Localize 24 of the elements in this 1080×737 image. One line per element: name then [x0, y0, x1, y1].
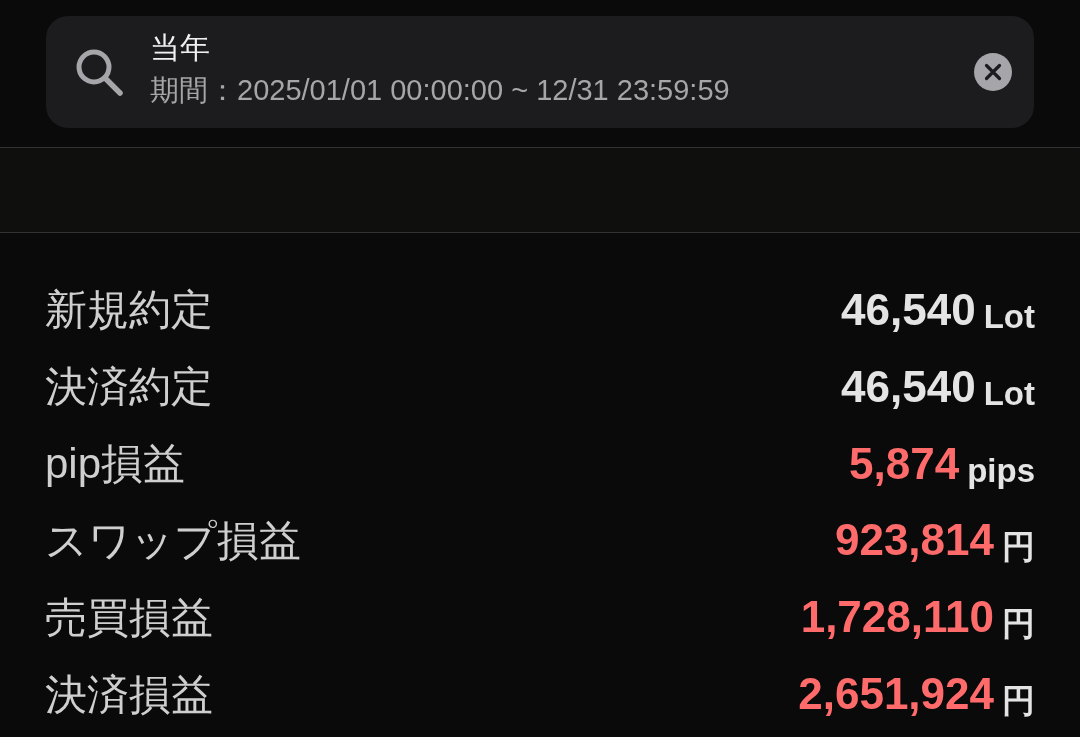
row-unit: Lot [983, 297, 1035, 336]
period-text: 期間：2025/01/01 00:00:00 ~ 12/31 23:59:59 [150, 73, 731, 108]
row-label: 決済損益 [45, 669, 213, 720]
row-value: 46,540 [841, 284, 976, 335]
row-value: 5,874 [849, 438, 960, 489]
clear-button[interactable] [974, 53, 1012, 91]
row-unit: 円 [1002, 680, 1035, 721]
row-value: 2,651,924 [798, 668, 994, 719]
row-label: 売買損益 [45, 592, 213, 643]
close-icon [974, 53, 1012, 91]
row-unit: 円 [1002, 526, 1035, 567]
search-icon [75, 48, 123, 96]
row-label: 新規約定 [45, 284, 213, 335]
row-value: 1,728,110 [800, 591, 994, 642]
row-value: 46,540 [841, 361, 976, 412]
row-value: 923,814 [834, 514, 994, 565]
row-unit: 円 [1002, 603, 1035, 644]
search-field[interactable]: 当年 期間：2025/01/01 00:00:00 ~ 12/31 23:59:59 [46, 16, 1034, 128]
row-label: pip損益 [45, 438, 186, 489]
row-unit: Lot [983, 374, 1035, 413]
row-label: 決済約定 [45, 361, 213, 412]
row-label: スワップ損益 [45, 515, 301, 566]
filter-title: 当年 [150, 30, 211, 66]
row-unit: pips [967, 451, 1035, 490]
